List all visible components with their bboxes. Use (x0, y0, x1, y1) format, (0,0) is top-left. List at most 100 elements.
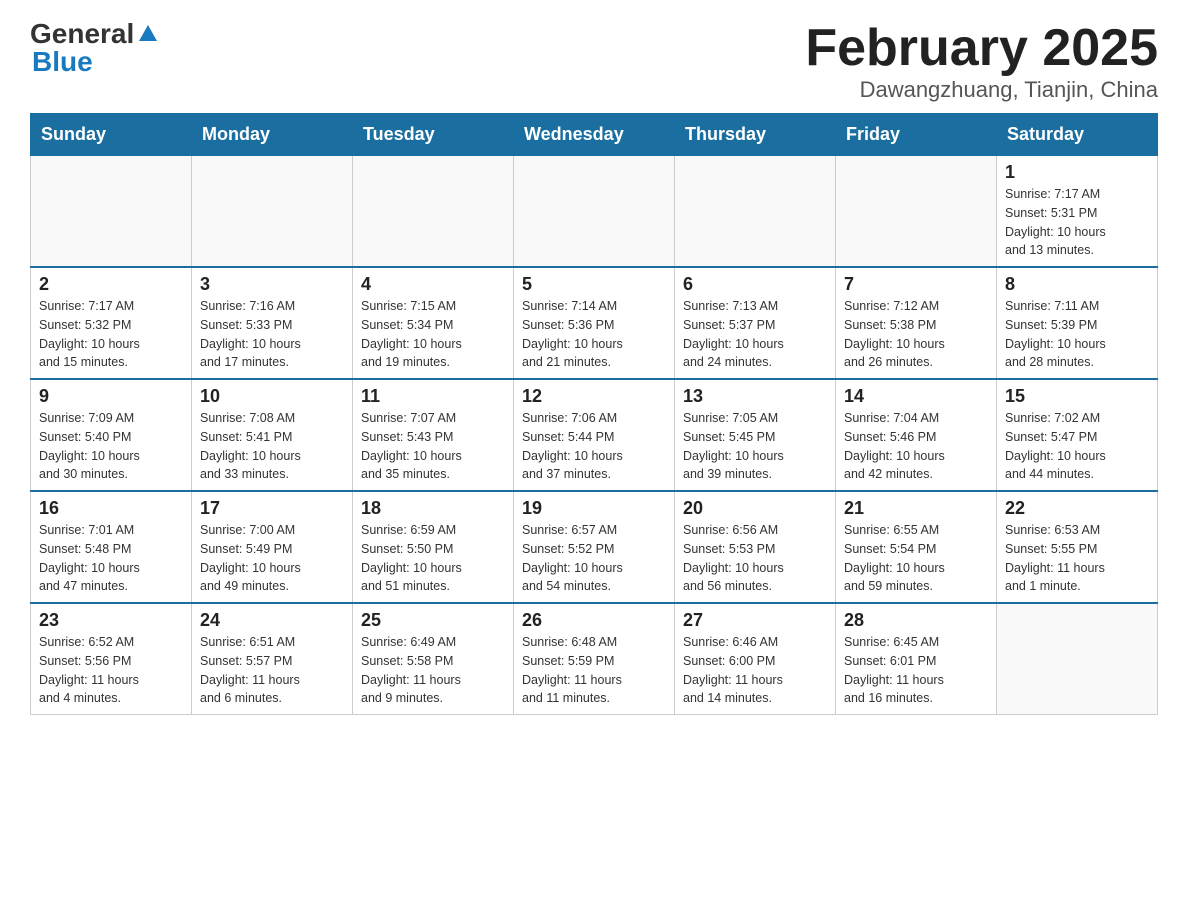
day-info: Sunrise: 7:06 AM Sunset: 5:44 PM Dayligh… (522, 409, 666, 484)
location-text: Dawangzhuang, Tianjin, China (805, 77, 1158, 103)
day-info: Sunrise: 7:09 AM Sunset: 5:40 PM Dayligh… (39, 409, 183, 484)
logo-general-line: General (30, 20, 159, 48)
day-cell: 19Sunrise: 6:57 AM Sunset: 5:52 PM Dayli… (514, 491, 675, 603)
day-cell: 20Sunrise: 6:56 AM Sunset: 5:53 PM Dayli… (675, 491, 836, 603)
day-cell: 3Sunrise: 7:16 AM Sunset: 5:33 PM Daylig… (192, 267, 353, 379)
day-info: Sunrise: 6:51 AM Sunset: 5:57 PM Dayligh… (200, 633, 344, 708)
day-info: Sunrise: 6:49 AM Sunset: 5:58 PM Dayligh… (361, 633, 505, 708)
day-info: Sunrise: 6:57 AM Sunset: 5:52 PM Dayligh… (522, 521, 666, 596)
header-cell-saturday: Saturday (997, 114, 1158, 156)
day-cell: 21Sunrise: 6:55 AM Sunset: 5:54 PM Dayli… (836, 491, 997, 603)
day-number: 4 (361, 274, 505, 295)
week-row-1: 2Sunrise: 7:17 AM Sunset: 5:32 PM Daylig… (31, 267, 1158, 379)
day-cell (836, 156, 997, 268)
day-info: Sunrise: 7:05 AM Sunset: 5:45 PM Dayligh… (683, 409, 827, 484)
day-number: 1 (1005, 162, 1149, 183)
day-info: Sunrise: 6:55 AM Sunset: 5:54 PM Dayligh… (844, 521, 988, 596)
header-cell-thursday: Thursday (675, 114, 836, 156)
day-number: 16 (39, 498, 183, 519)
day-cell: 13Sunrise: 7:05 AM Sunset: 5:45 PM Dayli… (675, 379, 836, 491)
day-info: Sunrise: 7:12 AM Sunset: 5:38 PM Dayligh… (844, 297, 988, 372)
day-cell: 2Sunrise: 7:17 AM Sunset: 5:32 PM Daylig… (31, 267, 192, 379)
day-number: 15 (1005, 386, 1149, 407)
day-cell: 25Sunrise: 6:49 AM Sunset: 5:58 PM Dayli… (353, 603, 514, 715)
day-number: 13 (683, 386, 827, 407)
day-info: Sunrise: 7:14 AM Sunset: 5:36 PM Dayligh… (522, 297, 666, 372)
day-cell: 22Sunrise: 6:53 AM Sunset: 5:55 PM Dayli… (997, 491, 1158, 603)
day-cell: 6Sunrise: 7:13 AM Sunset: 5:37 PM Daylig… (675, 267, 836, 379)
day-info: Sunrise: 6:46 AM Sunset: 6:00 PM Dayligh… (683, 633, 827, 708)
header-cell-friday: Friday (836, 114, 997, 156)
week-row-0: 1Sunrise: 7:17 AM Sunset: 5:31 PM Daylig… (31, 156, 1158, 268)
day-info: Sunrise: 7:02 AM Sunset: 5:47 PM Dayligh… (1005, 409, 1149, 484)
day-cell: 8Sunrise: 7:11 AM Sunset: 5:39 PM Daylig… (997, 267, 1158, 379)
day-number: 27 (683, 610, 827, 631)
day-cell: 9Sunrise: 7:09 AM Sunset: 5:40 PM Daylig… (31, 379, 192, 491)
header-cell-wednesday: Wednesday (514, 114, 675, 156)
day-number: 2 (39, 274, 183, 295)
header-row: SundayMondayTuesdayWednesdayThursdayFrid… (31, 114, 1158, 156)
logo-triangle-icon (137, 23, 159, 45)
day-cell: 27Sunrise: 6:46 AM Sunset: 6:00 PM Dayli… (675, 603, 836, 715)
month-title: February 2025 (805, 20, 1158, 77)
day-info: Sunrise: 7:11 AM Sunset: 5:39 PM Dayligh… (1005, 297, 1149, 372)
day-number: 19 (522, 498, 666, 519)
day-number: 14 (844, 386, 988, 407)
day-number: 23 (39, 610, 183, 631)
day-number: 7 (844, 274, 988, 295)
day-number: 11 (361, 386, 505, 407)
day-info: Sunrise: 6:52 AM Sunset: 5:56 PM Dayligh… (39, 633, 183, 708)
day-info: Sunrise: 6:53 AM Sunset: 5:55 PM Dayligh… (1005, 521, 1149, 596)
day-number: 5 (522, 274, 666, 295)
calendar-table: SundayMondayTuesdayWednesdayThursdayFrid… (30, 113, 1158, 715)
day-number: 18 (361, 498, 505, 519)
day-number: 6 (683, 274, 827, 295)
day-number: 8 (1005, 274, 1149, 295)
logo: General Blue (30, 20, 159, 76)
day-number: 26 (522, 610, 666, 631)
day-cell: 12Sunrise: 7:06 AM Sunset: 5:44 PM Dayli… (514, 379, 675, 491)
day-cell: 16Sunrise: 7:01 AM Sunset: 5:48 PM Dayli… (31, 491, 192, 603)
day-cell (997, 603, 1158, 715)
day-cell (31, 156, 192, 268)
day-cell: 10Sunrise: 7:08 AM Sunset: 5:41 PM Dayli… (192, 379, 353, 491)
day-number: 24 (200, 610, 344, 631)
day-info: Sunrise: 7:04 AM Sunset: 5:46 PM Dayligh… (844, 409, 988, 484)
day-cell: 5Sunrise: 7:14 AM Sunset: 5:36 PM Daylig… (514, 267, 675, 379)
day-cell (514, 156, 675, 268)
week-row-2: 9Sunrise: 7:09 AM Sunset: 5:40 PM Daylig… (31, 379, 1158, 491)
day-cell: 28Sunrise: 6:45 AM Sunset: 6:01 PM Dayli… (836, 603, 997, 715)
header-cell-sunday: Sunday (31, 114, 192, 156)
day-info: Sunrise: 7:16 AM Sunset: 5:33 PM Dayligh… (200, 297, 344, 372)
logo-general-text: General (30, 20, 134, 48)
day-cell: 24Sunrise: 6:51 AM Sunset: 5:57 PM Dayli… (192, 603, 353, 715)
calendar-body: 1Sunrise: 7:17 AM Sunset: 5:31 PM Daylig… (31, 156, 1158, 715)
day-number: 10 (200, 386, 344, 407)
header-cell-monday: Monday (192, 114, 353, 156)
day-number: 17 (200, 498, 344, 519)
day-number: 28 (844, 610, 988, 631)
day-info: Sunrise: 7:07 AM Sunset: 5:43 PM Dayligh… (361, 409, 505, 484)
day-cell (675, 156, 836, 268)
day-info: Sunrise: 7:13 AM Sunset: 5:37 PM Dayligh… (683, 297, 827, 372)
day-number: 3 (200, 274, 344, 295)
title-block: February 2025 Dawangzhuang, Tianjin, Chi… (805, 20, 1158, 103)
day-cell: 1Sunrise: 7:17 AM Sunset: 5:31 PM Daylig… (997, 156, 1158, 268)
day-number: 9 (39, 386, 183, 407)
day-number: 12 (522, 386, 666, 407)
day-cell: 14Sunrise: 7:04 AM Sunset: 5:46 PM Dayli… (836, 379, 997, 491)
day-cell: 11Sunrise: 7:07 AM Sunset: 5:43 PM Dayli… (353, 379, 514, 491)
day-cell (192, 156, 353, 268)
day-info: Sunrise: 7:17 AM Sunset: 5:31 PM Dayligh… (1005, 185, 1149, 260)
day-info: Sunrise: 6:48 AM Sunset: 5:59 PM Dayligh… (522, 633, 666, 708)
header-cell-tuesday: Tuesday (353, 114, 514, 156)
day-cell: 15Sunrise: 7:02 AM Sunset: 5:47 PM Dayli… (997, 379, 1158, 491)
day-info: Sunrise: 6:59 AM Sunset: 5:50 PM Dayligh… (361, 521, 505, 596)
day-info: Sunrise: 6:56 AM Sunset: 5:53 PM Dayligh… (683, 521, 827, 596)
day-info: Sunrise: 7:17 AM Sunset: 5:32 PM Dayligh… (39, 297, 183, 372)
day-cell: 18Sunrise: 6:59 AM Sunset: 5:50 PM Dayli… (353, 491, 514, 603)
week-row-3: 16Sunrise: 7:01 AM Sunset: 5:48 PM Dayli… (31, 491, 1158, 603)
week-row-4: 23Sunrise: 6:52 AM Sunset: 5:56 PM Dayli… (31, 603, 1158, 715)
day-cell (353, 156, 514, 268)
day-info: Sunrise: 7:15 AM Sunset: 5:34 PM Dayligh… (361, 297, 505, 372)
